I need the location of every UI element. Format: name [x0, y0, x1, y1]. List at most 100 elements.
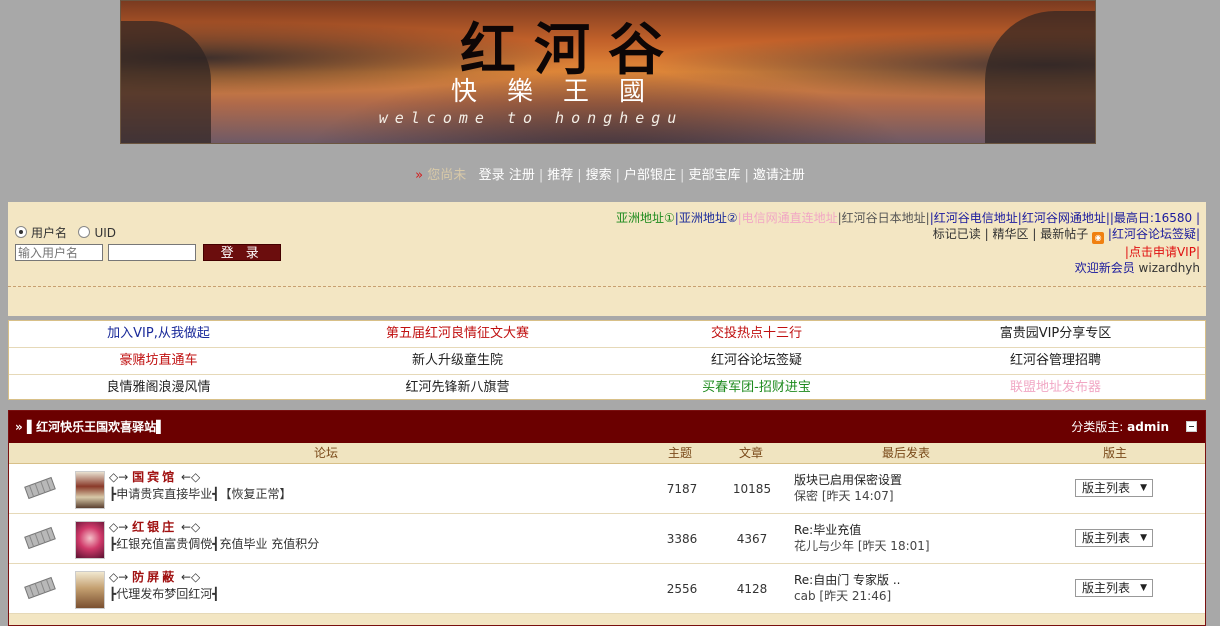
banner-subtitle: 快樂王國: [450, 77, 675, 107]
forum-thumbnail[interactable]: [75, 471, 105, 509]
forum-name[interactable]: ◇→ 红银庄 ←◇: [109, 518, 200, 535]
welcome-label: 欢迎新会员: [1074, 261, 1135, 275]
links-row: 良情雅阁浪漫风情 红河先锋新八旗营 买春军团-招财进宝 联盟地址发布器: [9, 375, 1205, 401]
login-button[interactable]: 登 录: [202, 244, 281, 261]
nav-register-link[interactable]: 注册: [509, 168, 535, 183]
link-forum-qa[interactable]: 红河谷论坛签疑: [607, 348, 906, 374]
japan-address-link[interactable]: |红河谷日本地址|: [838, 211, 930, 225]
asia-address-2-link[interactable]: |亚洲地址②: [675, 211, 738, 225]
telecom-direct-link[interactable]: |电信网通直连地址: [738, 211, 838, 225]
link-hot-market[interactable]: 交投热点十三行: [607, 321, 906, 347]
col-posts: 文章: [739, 446, 764, 460]
last-post-author[interactable]: 保密 [昨天 14:07]: [794, 488, 902, 504]
banner-rock-left: [121, 21, 211, 143]
login-form: 用户名 UID 登 录: [15, 226, 281, 261]
radio-username-label: 用户名: [31, 226, 68, 240]
banner-welcome: welcome to honghegu: [378, 109, 684, 127]
nav-login-link[interactable]: 登录: [479, 168, 505, 183]
quick-links-line2: 标记已读 | 精华区 | 最新帖子 ◉ |红河谷论坛签疑|: [932, 227, 1200, 244]
peak-day-stat: |最高日:16580 |: [1109, 211, 1200, 225]
nav-invite-link[interactable]: 邀请注册: [753, 168, 805, 183]
nav-recommend-link[interactable]: 推荐: [547, 168, 573, 183]
chevron-down-icon: ▼: [1140, 583, 1147, 593]
last-post: 版块已启用保密设置 保密 [昨天 14:07]: [794, 472, 902, 504]
category-moderator-name[interactable]: admin: [1127, 420, 1169, 434]
netcom-address-link[interactable]: 红河谷网通地址|: [1022, 211, 1110, 225]
apply-vip-link[interactable]: |点击申请VIP|: [1125, 245, 1200, 259]
login-panel: 用户名 UID 登 录 亚洲地址①|亚洲地址②|电信网通直连地址|红河谷日本地址…: [8, 202, 1206, 316]
last-post: Re:自由门 专家版 .. cab [昨天 21:46]: [794, 572, 900, 604]
quick-links-line1: 亚洲地址①|亚洲地址②|电信网通直连地址|红河谷日本地址||红河谷电信地址|红河…: [616, 210, 1200, 226]
topic-count: 7187: [666, 482, 698, 496]
link-casino[interactable]: 豪赌坊直通车: [9, 348, 308, 374]
category-title[interactable]: » ▌红河快乐王国欢喜驿站▌: [15, 411, 165, 443]
latest-posts-link[interactable]: 最新帖子: [1040, 227, 1088, 241]
scroll-icon: [24, 576, 56, 600]
login-status: 您尚未: [427, 168, 467, 183]
link-alliance[interactable]: 联盟地址发布器: [906, 375, 1205, 401]
col-moderators: 版主: [1103, 446, 1128, 460]
link-essay-contest[interactable]: 第五届红河良情征文大赛: [308, 321, 607, 347]
last-post-author[interactable]: 花儿与少年 [昨天 18:01]: [794, 538, 930, 554]
forum-description: ┣申请贵宾直接毕业┫【恢复正常】: [109, 487, 292, 501]
link-join-vip[interactable]: 加入VIP,从我做起: [9, 321, 308, 347]
asia-address-1-link[interactable]: 亚洲地址①: [616, 211, 675, 225]
rss-icon[interactable]: ◉: [1092, 232, 1105, 244]
link-romance[interactable]: 良情雅阁浪漫风情: [9, 375, 308, 401]
nav-arrow-icon: »: [415, 168, 424, 183]
nav-bank-link[interactable]: 户部银庄: [624, 168, 676, 183]
column-headers: 论坛 主题 文章 最后发表 版主: [9, 443, 1205, 464]
category-header: » ▌红河快乐王国欢喜驿站▌ 分类版主: admin: [9, 411, 1205, 443]
forum-name[interactable]: ◇→ 防屏蔽 ←◇: [109, 568, 200, 585]
login-type-options: 用户名 UID: [15, 226, 281, 240]
moderator-select[interactable]: 版主列表 ▼: [1075, 579, 1153, 597]
chevron-down-icon: ▼: [1140, 533, 1147, 543]
site-banner: 红河谷 快樂王國 welcome to honghegu: [120, 0, 1096, 144]
col-topics: 主题: [668, 446, 693, 460]
last-post-title[interactable]: 版块已启用保密设置: [794, 472, 902, 488]
moderator-select[interactable]: 版主列表 ▼: [1075, 479, 1153, 497]
link-newbie[interactable]: 新人升级童生院: [308, 348, 607, 374]
radio-uid[interactable]: [78, 226, 91, 238]
nav-treasury-link[interactable]: 吏部宝库: [688, 168, 740, 183]
forum-thumbnail[interactable]: [75, 571, 105, 609]
chevron-down-icon: ▼: [1140, 483, 1147, 493]
category-moderator: 分类版主: admin: [1071, 420, 1169, 434]
forum-name[interactable]: ◇→ 国宾馆 ←◇: [109, 468, 200, 485]
checkin-link[interactable]: |红河谷论坛签疑|: [1108, 227, 1200, 241]
col-last-post: 最后发表: [882, 446, 931, 460]
last-post-title[interactable]: Re:自由门 专家版 ..: [794, 572, 900, 588]
password-input[interactable]: [107, 244, 196, 261]
link-recruit[interactable]: 红河谷管理招聘: [906, 348, 1205, 374]
post-count: 4128: [736, 582, 768, 596]
forum-row: ◇→ 防屏蔽 ←◇ ┣代理发布梦回红河┫ 2556 4128 Re:自由门 专家…: [9, 564, 1205, 614]
forum-description: ┣代理发布梦回红河┫: [109, 587, 220, 601]
topic-count: 2556: [666, 582, 698, 596]
link-vip-share[interactable]: 富贵园VIP分享专区: [906, 321, 1205, 347]
post-count: 10185: [732, 482, 772, 496]
scroll-icon: [24, 476, 56, 500]
welcome-new-member: 欢迎新会员 wizardhyh: [616, 260, 1200, 276]
featured-links-grid: 加入VIP,从我做起 第五届红河良情征文大赛 交投热点十三行 富贵园VIP分享专…: [8, 320, 1206, 400]
telecom-address-link[interactable]: |红河谷电信地址|: [930, 211, 1022, 225]
last-post-title[interactable]: Re:毕业充值: [794, 522, 930, 538]
banner-rock-right: [985, 11, 1095, 143]
radio-username[interactable]: [15, 226, 27, 238]
scroll-icon: [24, 526, 56, 550]
username-input[interactable]: [15, 244, 103, 261]
link-army[interactable]: 买春军团-招财进宝: [607, 375, 906, 401]
forum-thumbnail[interactable]: [75, 521, 105, 559]
last-post-author[interactable]: cab [昨天 21:46]: [794, 588, 900, 604]
nav-search-link[interactable]: 搜索: [586, 168, 612, 183]
new-member-name[interactable]: wizardhyh: [1139, 261, 1200, 275]
mark-read-link[interactable]: 标记已读: [933, 227, 981, 241]
forum-category: » ▌红河快乐王国欢喜驿站▌ 分类版主: admin 论坛 主题 文章 最后发表…: [8, 410, 1206, 626]
link-vanguard[interactable]: 红河先锋新八旗营: [308, 375, 607, 401]
collapse-icon[interactable]: [1186, 421, 1197, 432]
forum-row: ◇→ 国宾馆 ←◇ ┣申请贵宾直接毕业┫【恢复正常】 7187 10185 版块…: [9, 464, 1205, 514]
moderator-select[interactable]: 版主列表 ▼: [1075, 529, 1153, 547]
elite-link[interactable]: 精华区: [993, 227, 1029, 241]
top-nav: » 您尚未 登录 注册 | 推荐 | 搜索 | 户部银庄 | 吏部宝库 | 邀请注册: [415, 168, 805, 183]
radio-uid-label: UID: [94, 226, 117, 240]
links-row: 豪赌坊直通车 新人升级童生院 红河谷论坛签疑 红河谷管理招聘: [9, 348, 1205, 375]
